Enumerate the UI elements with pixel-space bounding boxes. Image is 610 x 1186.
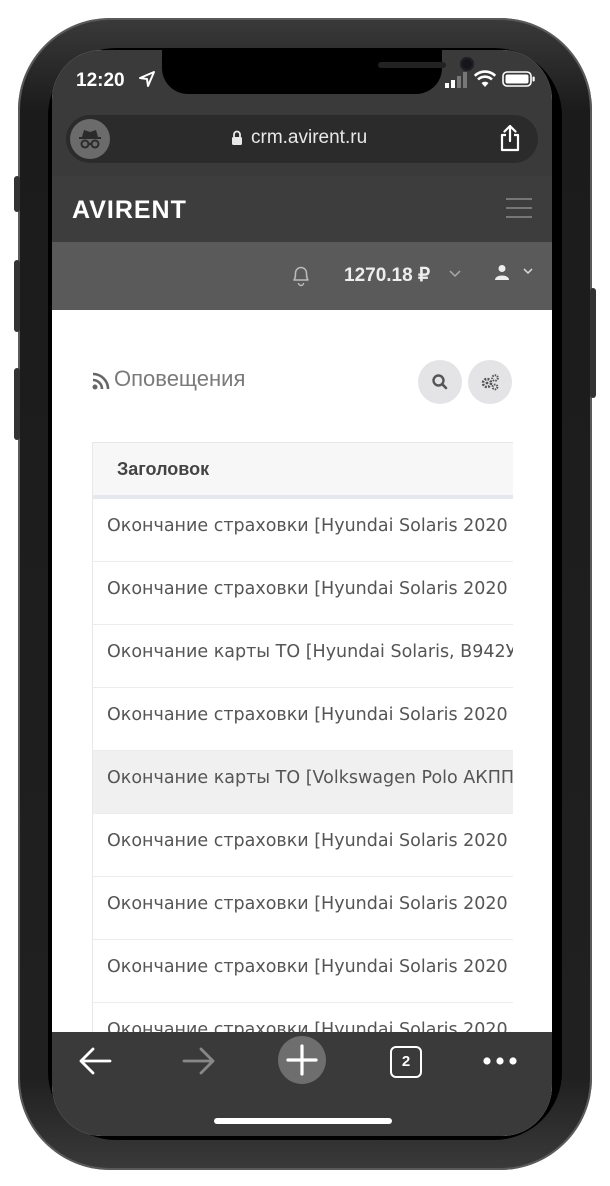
table-row[interactable]: Окончание страховки [Hyundai Solaris 202… [93, 499, 513, 562]
lock-icon [232, 130, 242, 145]
cellular-signal-icon [445, 72, 467, 88]
row-title[interactable]: Окончание карты ТО [Volkswagen Polo АКПП [107, 768, 513, 788]
tabs-count-button[interactable]: 2 [390, 1046, 422, 1078]
battery-icon [502, 71, 535, 87]
earpiece-speaker [378, 62, 446, 68]
table-row[interactable]: Окончание страховки [Hyundai Solaris 202… [93, 940, 513, 1003]
forward-arrow-icon[interactable] [182, 1046, 216, 1076]
row-title[interactable]: Окончание страховки [Hyundai Solaris 202… [107, 705, 513, 725]
page-title: Оповещения [114, 366, 246, 391]
front-camera [460, 57, 474, 71]
settings-button[interactable] [468, 360, 512, 404]
row-title[interactable]: Окончание карты ТО [Hyundai Solaris, В94… [107, 642, 513, 662]
table-row[interactable]: Окончание страховки [Hyundai Solaris 202… [93, 877, 513, 940]
search-button[interactable] [418, 360, 462, 404]
row-title[interactable]: Окончание страховки [Hyundai Solaris 202… [107, 894, 513, 914]
more-options-icon[interactable] [482, 1056, 518, 1066]
search-icon [432, 374, 448, 390]
phone-notch [162, 50, 474, 94]
rss-icon [92, 372, 110, 390]
row-title[interactable]: Окончание страховки [Hyundai Solaris 202… [107, 579, 513, 599]
row-title[interactable]: Окончание страховки [Hyundai Solaris 202… [107, 516, 513, 536]
home-indicator[interactable] [214, 1118, 392, 1124]
incognito-button[interactable] [70, 119, 110, 159]
table-row[interactable]: Окончание страховки [Hyundai Solaris 202… [93, 814, 513, 877]
column-header-title[interactable]: Заголовок [117, 459, 209, 480]
chevron-down-icon[interactable] [523, 268, 533, 275]
menu-icon[interactable] [506, 198, 532, 218]
user-toolbar: 1270.18 ₽ [52, 242, 552, 310]
back-arrow-icon[interactable] [78, 1046, 112, 1076]
location-arrow-icon [139, 71, 155, 87]
volume-down-button [14, 368, 20, 440]
address-bar[interactable]: crm.avirent.ru [66, 115, 538, 163]
status-time: 12:20 [76, 70, 125, 91]
mute-switch [14, 176, 20, 212]
wifi-icon [474, 70, 496, 87]
table-row[interactable]: Окончание карты ТО [Hyundai Solaris, В94… [93, 625, 513, 688]
table-row[interactable]: Окончание страховки [Hyundai Solaris 202… [93, 688, 513, 751]
row-title[interactable]: Окончание страховки [Hyundai Solaris 202… [107, 957, 513, 977]
browser-toolbar: 2 [52, 1032, 552, 1136]
bell-icon[interactable] [290, 263, 312, 287]
user-icon[interactable] [494, 264, 510, 280]
table-header: Заголовок [93, 443, 513, 499]
notifications-page: Оповещения Заголовок Окончание страховки… [52, 310, 552, 1044]
notifications-table: Заголовок Окончание страховки [Hyundai S… [92, 442, 513, 1044]
phone-screen: 12:20 crm.avirent.ru AVIRENT 1270.18 ₽ О… [52, 50, 552, 1136]
chevron-down-icon[interactable] [449, 270, 461, 278]
table-row[interactable]: Окончание страховки [Hyundai Solaris 202… [93, 562, 513, 625]
browser-address-area: crm.avirent.ru [52, 112, 552, 176]
power-button [590, 288, 596, 398]
row-title[interactable]: Окончание страховки [Hyundai Solaris 202… [107, 831, 513, 851]
table-row[interactable]: Окончание карты ТО [Volkswagen Polo АКПП [93, 751, 513, 814]
new-tab-plus-icon[interactable] [278, 1036, 326, 1084]
app-header: AVIRENT [52, 176, 552, 242]
gears-icon [481, 374, 499, 391]
volume-up-button [14, 260, 20, 332]
balance-display[interactable]: 1270.18 ₽ [344, 264, 430, 287]
avirent-logo[interactable]: AVIRENT [72, 196, 187, 225]
url-text[interactable]: crm.avirent.ru [251, 127, 367, 149]
share-icon[interactable] [498, 124, 522, 152]
incognito-icon [79, 130, 101, 149]
